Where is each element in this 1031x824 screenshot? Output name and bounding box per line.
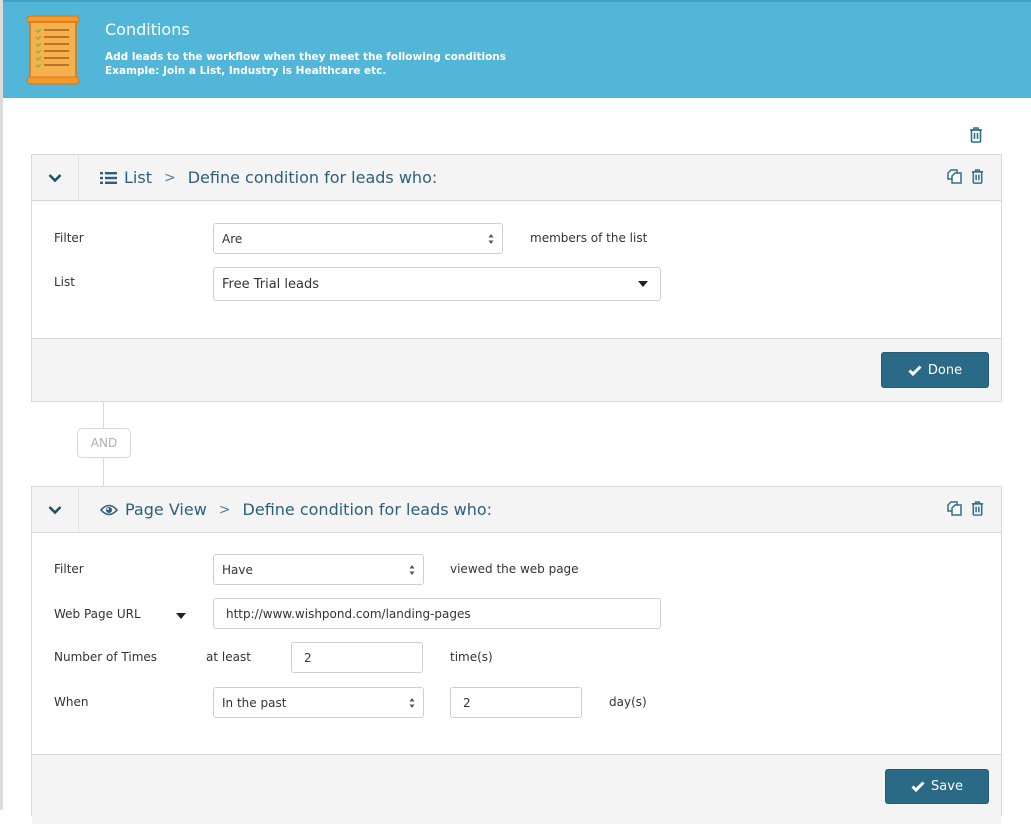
and-operator-badge[interactable]: AND — [77, 428, 131, 458]
check-icon — [908, 364, 922, 376]
filter-select[interactable]: Are — [213, 223, 503, 254]
check-icon — [911, 781, 925, 792]
web-page-url-input[interactable]: http://www.wishpond.com/landing-pages — [213, 598, 661, 629]
left-border — [0, 0, 3, 810]
header-description-line-2: Example: Join a List, Industry is Health… — [105, 65, 387, 77]
breadcrumb: List > Define condition for leads who: — [100, 155, 437, 200]
collapse-toggle[interactable] — [32, 487, 79, 532]
filter-suffix: viewed the web page — [450, 562, 579, 576]
list-select[interactable]: Free Trial leads — [213, 267, 661, 301]
condition-panel-list: List > Define condition for leads who: F… — [31, 154, 1002, 402]
url-match-type-caret-icon[interactable] — [176, 613, 186, 619]
filter-select[interactable]: Have — [213, 554, 424, 585]
condition-header: List > Define condition for leads who: — [32, 155, 1001, 201]
select-updown-icon — [488, 234, 494, 244]
list-label: List — [54, 275, 75, 289]
eye-icon — [100, 504, 118, 516]
done-button[interactable]: Done — [881, 352, 989, 388]
condition-body: Filter Have viewed the web page Web Page… — [32, 533, 1001, 754]
connector-line-top — [103, 402, 104, 429]
number-of-times-value: 2 — [304, 650, 312, 665]
list-icon — [100, 171, 117, 185]
times-suffix: time(s) — [450, 650, 493, 664]
condition-footer: Save — [32, 754, 1001, 824]
when-select[interactable]: In the past — [213, 687, 424, 718]
caret-down-icon — [638, 281, 648, 287]
header-title: Conditions — [105, 20, 190, 39]
when-select-value: In the past — [222, 695, 287, 710]
duplicate-icon[interactable] — [946, 500, 963, 517]
trash-icon[interactable] — [970, 168, 985, 185]
delete-all-trash-icon[interactable] — [968, 126, 984, 144]
select-updown-icon — [409, 698, 415, 708]
when-suffix: day(s) — [609, 695, 647, 709]
condition-heading: Define condition for leads who: — [242, 500, 493, 519]
condition-body: Filter Are members of the list List Free… — [32, 201, 1001, 338]
checklist-scroll-icon — [26, 15, 80, 85]
condition-actions — [946, 500, 985, 517]
chevron-down-icon — [48, 505, 62, 514]
condition-heading: Define condition for leads who: — [187, 168, 438, 187]
condition-type-label: Page View — [125, 500, 207, 519]
done-button-label: Done — [927, 362, 963, 378]
connector-line-bottom — [103, 458, 104, 486]
when-label: When — [54, 695, 89, 709]
save-button[interactable]: Save — [885, 769, 989, 804]
when-amount-value: 2 — [463, 695, 471, 710]
breadcrumb: Page View > Define condition for leads w… — [100, 487, 492, 532]
duplicate-icon[interactable] — [946, 168, 963, 185]
list-select-value: Free Trial leads — [222, 276, 320, 292]
web-page-url-label: Web Page URL — [54, 607, 141, 621]
times-prefix: at least — [206, 650, 251, 664]
when-amount-input[interactable]: 2 — [450, 687, 582, 718]
number-of-times-label: Number of Times — [54, 650, 158, 664]
filter-label: Filter — [54, 562, 84, 576]
filter-label: Filter — [54, 231, 84, 245]
collapse-toggle[interactable] — [32, 155, 79, 200]
select-updown-icon — [409, 565, 415, 575]
filter-select-value: Have — [222, 562, 253, 577]
condition-header: Page View > Define condition for leads w… — [32, 487, 1001, 533]
save-button-label: Save — [931, 779, 963, 794]
filter-suffix: members of the list — [530, 231, 648, 245]
trash-icon[interactable] — [970, 500, 985, 517]
header-description-line-1: Add leads to the workflow when they meet… — [105, 51, 507, 63]
condition-actions — [946, 168, 985, 185]
filter-select-value: Are — [222, 231, 243, 246]
condition-footer: Done — [32, 338, 1001, 401]
breadcrumb-separator: > — [163, 169, 176, 186]
header-description: Add leads to the workflow when they meet… — [105, 50, 506, 78]
number-of-times-input[interactable]: 2 — [291, 642, 423, 673]
web-page-url-value: http://www.wishpond.com/landing-pages — [226, 606, 471, 621]
breadcrumb-separator: > — [218, 501, 231, 518]
condition-panel-page-view: Page View > Define condition for leads w… — [31, 486, 1002, 824]
conditions-header: Conditions Add leads to the workflow whe… — [3, 0, 1031, 98]
condition-type-label: List — [124, 168, 152, 187]
chevron-down-icon — [48, 173, 62, 182]
